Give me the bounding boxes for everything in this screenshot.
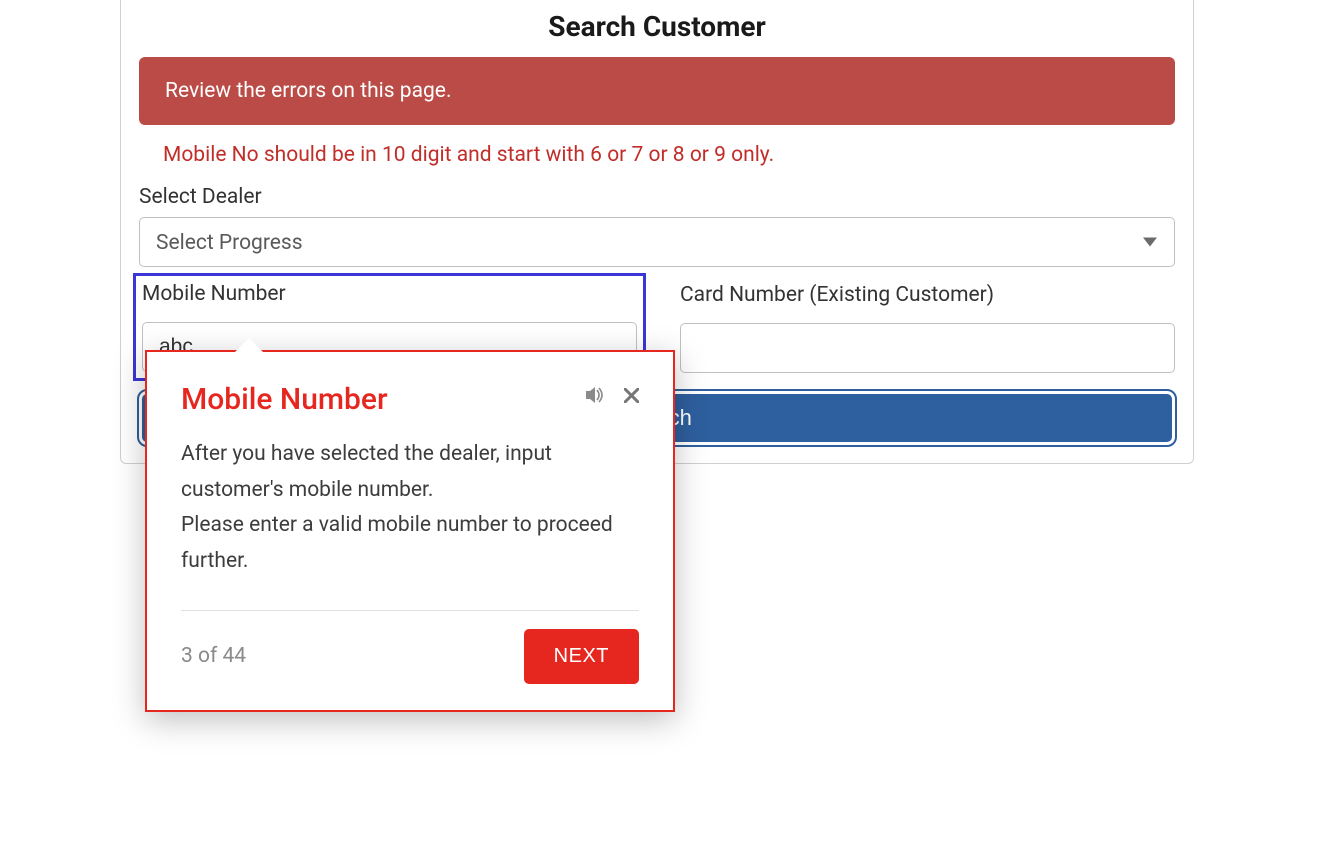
next-button[interactable]: NEXT xyxy=(524,629,639,684)
card-input[interactable] xyxy=(680,323,1175,373)
popover-step-counter: 3 of 44 xyxy=(181,644,246,668)
card-column: Card Number (Existing Customer) xyxy=(680,275,1175,375)
card-label: Card Number (Existing Customer) xyxy=(680,283,1175,307)
mobile-validation-error: Mobile No should be in 10 digit and star… xyxy=(163,143,1175,167)
page-title: Search Customer xyxy=(139,10,1175,43)
popover-header: Mobile Number xyxy=(181,382,639,437)
volume-icon[interactable] xyxy=(586,386,606,409)
error-alert: Review the errors on this page. xyxy=(139,57,1175,125)
popover-title: Mobile Number xyxy=(181,382,388,417)
mobile-label: Mobile Number xyxy=(142,282,637,306)
popover-divider xyxy=(181,610,639,611)
dealer-label: Select Dealer xyxy=(139,185,1175,209)
dealer-select[interactable]: Select Progress xyxy=(139,217,1175,267)
popover-body-line1: After you have selected the dealer, inpu… xyxy=(181,437,639,508)
dealer-select-wrapper: Select Progress xyxy=(139,217,1175,267)
popover-body-line2: Please enter a valid mobile number to pr… xyxy=(181,508,639,579)
popover-footer: 3 of 44 NEXT xyxy=(181,629,639,684)
tour-popover: Mobile Number After you h xyxy=(145,350,675,712)
error-alert-text: Review the errors on this page. xyxy=(165,79,451,103)
popover-body: After you have selected the dealer, inpu… xyxy=(181,437,639,580)
popover-actions xyxy=(586,386,639,409)
close-icon[interactable] xyxy=(624,387,639,408)
